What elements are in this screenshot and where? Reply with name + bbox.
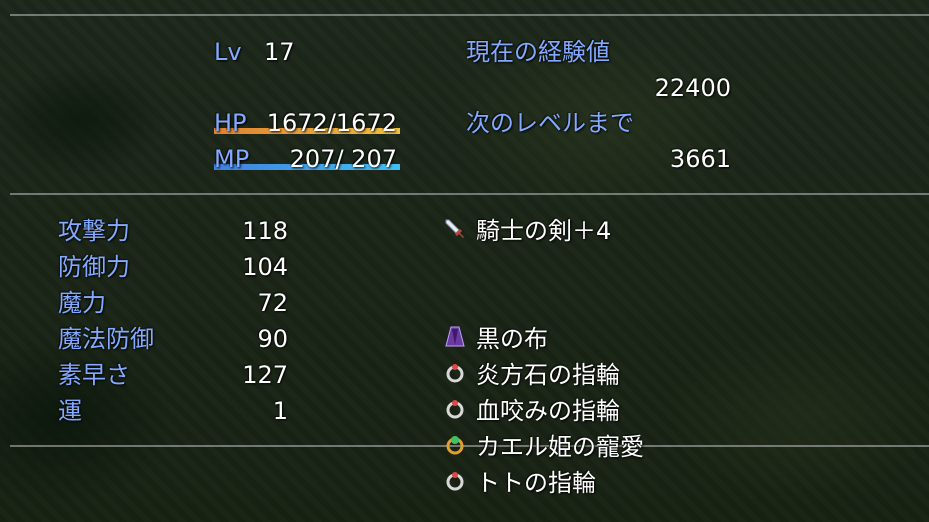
next-level-value: 3661 [669,145,731,173]
exp-label: 現在の経験値 [466,38,610,66]
gem-ring-icon [446,436,464,455]
sword-icon [445,219,464,238]
ring-icon [446,400,464,419]
mp-label: MP [214,145,250,173]
equip-slot-body[interactable]: 黒の布 [476,325,548,353]
exp-value: 22400 [654,74,731,102]
param-value-defense: 104 [242,253,288,281]
param-label-magic-defense: 魔法防御 [58,325,154,353]
param-value-agility: 127 [242,361,288,389]
param-value-luck: 1 [272,397,288,425]
param-value-magic: 72 [257,289,288,317]
ring-icon [446,364,464,383]
param-label-luck: 運 [58,397,82,425]
param-label-defense: 防御力 [58,253,130,281]
param-label-agility: 素早さ [58,361,130,389]
next-level-label: 次のレベルまで [466,109,634,137]
param-label-magic: 魔力 [58,289,106,317]
equip-slot-accessory-4[interactable]: トトの指輪 [476,469,596,497]
equip-slot-accessory-2[interactable]: 血咬みの指輪 [476,397,620,425]
hp-value: 1672/1672 [266,109,397,137]
level-label: Lv [214,38,242,66]
ring-icon [446,472,464,491]
mp-value: 207/ 207 [282,145,397,173]
param-value-magic-defense: 90 [257,325,288,353]
level-value: 17 [264,38,295,66]
divider-top [10,14,929,16]
param-label-attack: 攻撃力 [58,217,130,245]
equip-slot-accessory-3[interactable]: カエル姫の寵愛 [476,433,644,461]
equip-slot-weapon[interactable]: 騎士の剣＋4 [476,217,611,245]
cloak-icon [445,326,465,347]
divider-middle [10,193,929,195]
param-value-attack: 118 [242,217,288,245]
equip-slot-accessory-1[interactable]: 炎方石の指輪 [476,361,620,389]
divider-bottom [10,445,929,447]
hp-label: HP [214,109,247,137]
